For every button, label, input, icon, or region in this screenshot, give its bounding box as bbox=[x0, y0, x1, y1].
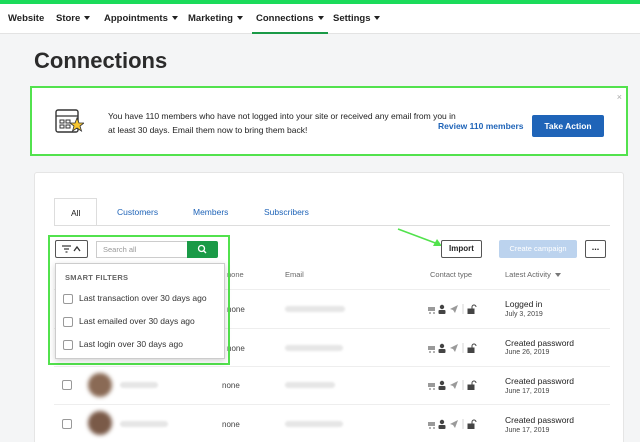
nav-item-settings[interactable]: Settings bbox=[333, 4, 381, 34]
column-header-latest-activity[interactable]: Latest Activity bbox=[505, 270, 561, 279]
nav-item-marketing[interactable]: Marketing bbox=[188, 4, 243, 34]
review-members-link[interactable]: Review 110 members bbox=[438, 121, 524, 131]
inactive-members-banner: You have 110 members who have not logged… bbox=[30, 86, 628, 156]
activity-date: June 17, 2019 bbox=[505, 388, 550, 395]
tab-members[interactable]: Members bbox=[193, 198, 228, 226]
banner-message: You have 110 members who have not logged… bbox=[108, 111, 456, 135]
nav-item-website[interactable]: Website bbox=[8, 4, 44, 34]
chevron-down-icon bbox=[236, 16, 243, 21]
email-cell-redacted bbox=[285, 345, 343, 351]
sort-down-icon bbox=[554, 273, 561, 278]
contact-type-icons bbox=[428, 343, 477, 353]
activity-date: July 3, 2019 bbox=[505, 311, 543, 318]
row-divider bbox=[54, 366, 610, 367]
contact-type-icons bbox=[428, 304, 477, 314]
avatar bbox=[88, 411, 112, 435]
nav-item-connections[interactable]: Connections bbox=[252, 4, 328, 34]
checkbox[interactable] bbox=[63, 339, 73, 350]
activity-date: June 17, 2019 bbox=[505, 427, 550, 434]
activity-date: June 26, 2019 bbox=[505, 349, 550, 356]
contact-type-icons bbox=[428, 380, 477, 390]
name-cell-redacted bbox=[120, 421, 168, 427]
tab-divider bbox=[54, 225, 610, 226]
tab-subscribers[interactable]: Subscribers bbox=[264, 198, 309, 226]
more-options-button[interactable]: ... bbox=[585, 240, 606, 258]
email-cell-redacted bbox=[285, 421, 343, 427]
column-header-email[interactable]: Email bbox=[285, 270, 304, 279]
chevron-down-icon bbox=[317, 16, 324, 21]
email-cell-redacted bbox=[285, 306, 345, 312]
activity-label: Logged in bbox=[505, 299, 543, 309]
page-title: Connections bbox=[34, 48, 168, 73]
take-action-button[interactable]: Take Action bbox=[532, 115, 604, 137]
activity-label: Created password bbox=[505, 376, 574, 386]
activity-label: Created password bbox=[505, 415, 574, 425]
nav-item-store[interactable]: Store bbox=[56, 4, 91, 34]
filter-last-emailed[interactable]: Last emailed over 30 days ago bbox=[63, 316, 195, 327]
email-cell-redacted bbox=[285, 382, 335, 388]
contact-type-icons bbox=[428, 419, 477, 429]
chevron-down-icon bbox=[171, 16, 178, 21]
checkbox[interactable] bbox=[63, 316, 73, 327]
phone-cell: none bbox=[222, 420, 240, 429]
chevron-down-icon bbox=[374, 16, 381, 21]
name-cell-redacted bbox=[120, 382, 158, 388]
close-icon[interactable]: × bbox=[617, 92, 622, 102]
chevron-down-icon bbox=[84, 16, 91, 21]
filter-last-transaction[interactable]: Last transaction over 30 days ago bbox=[63, 293, 207, 304]
row-checkbox[interactable] bbox=[62, 380, 72, 390]
import-button[interactable]: Import bbox=[441, 240, 482, 258]
smart-filters-dropdown: SMART FILTERS Last transaction over 30 d… bbox=[55, 263, 225, 359]
avatar bbox=[88, 373, 112, 397]
column-header-contact-type[interactable]: Contact type bbox=[430, 270, 472, 279]
contact-card-star-icon bbox=[55, 109, 84, 133]
top-navigation: Website Store Appointments Marketing Con… bbox=[0, 4, 640, 34]
nav-item-appointments[interactable]: Appointments bbox=[104, 4, 178, 34]
checkbox[interactable] bbox=[63, 293, 73, 304]
tab-customers[interactable]: Customers bbox=[117, 198, 158, 226]
row-checkbox[interactable] bbox=[62, 419, 72, 429]
tab-all[interactable]: All bbox=[54, 198, 98, 226]
smart-filters-title: SMART FILTERS bbox=[65, 273, 129, 282]
phone-cell: none bbox=[222, 381, 240, 390]
activity-label: Created password bbox=[505, 338, 574, 348]
filter-last-login[interactable]: Last login over 30 days ago bbox=[63, 339, 183, 350]
create-campaign-button[interactable]: Create campaign bbox=[499, 240, 577, 258]
row-divider bbox=[54, 404, 610, 405]
annotation-arrow-icon bbox=[397, 228, 442, 246]
